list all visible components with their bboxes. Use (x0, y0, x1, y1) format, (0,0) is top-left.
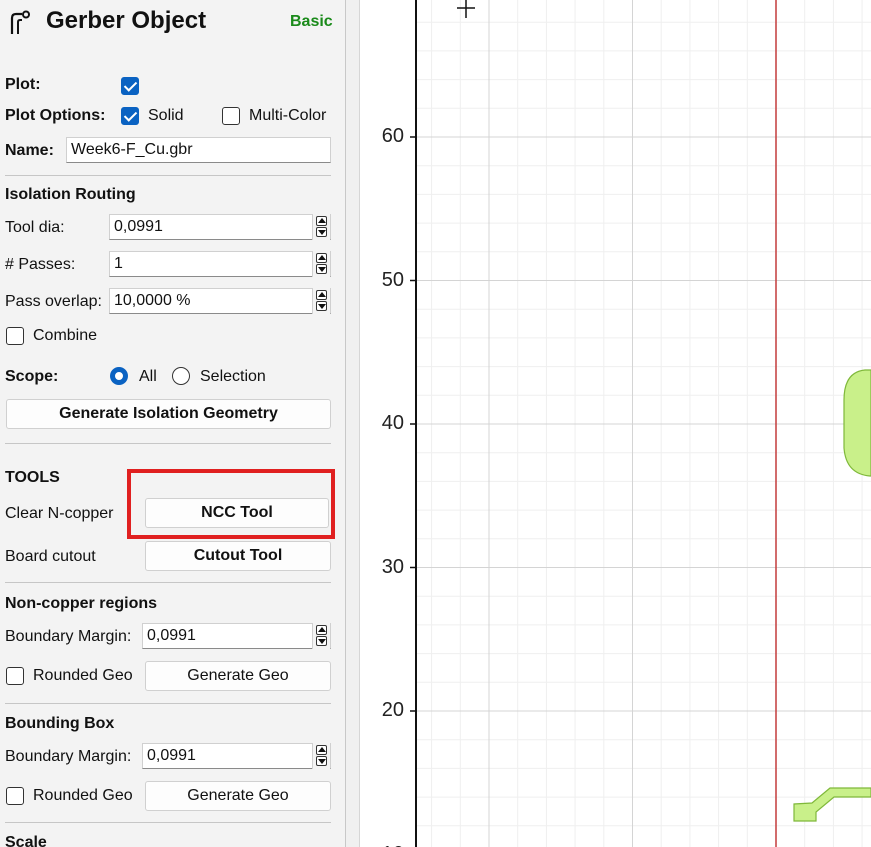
panel-title: Gerber Object (46, 7, 207, 34)
combine-label: Combine (33, 327, 98, 344)
tool-dia-input[interactable]: 0,0991 (109, 214, 331, 240)
passes-spinner[interactable] (312, 251, 330, 277)
pass-overlap-label: Pass overlap: (5, 293, 102, 310)
passes-label: # Passes: (5, 256, 76, 273)
noncopper-margin-spinner[interactable] (312, 623, 330, 649)
scope-all-radio[interactable] (110, 367, 128, 385)
crosshair-cursor-icon (457, 0, 475, 18)
combine-checkbox[interactable] (6, 327, 24, 345)
passes-value: 1 (114, 255, 123, 272)
name-label: Name: (5, 142, 54, 159)
multi-color-label: Multi-Color (249, 107, 327, 124)
noncopper-rounded-label: Rounded Geo (33, 667, 133, 684)
pass-overlap-value: 10,0000 % (114, 292, 191, 309)
spin-up-icon[interactable] (316, 253, 327, 263)
bounding-box-heading: Bounding Box (5, 715, 115, 732)
properties-panel: Gerber Object Basic Plot: Plot Options: … (0, 0, 345, 847)
spin-down-icon[interactable] (316, 227, 327, 237)
bbox-rounded-label: Rounded Geo (33, 787, 133, 804)
noncopper-rounded-checkbox[interactable] (6, 667, 24, 685)
tool-dia-spinner[interactable] (312, 214, 330, 240)
solid-label: Solid (148, 107, 184, 124)
noncopper-heading: Non-copper regions (5, 595, 158, 612)
spin-up-icon[interactable] (316, 745, 327, 755)
scope-selection-label: Selection (200, 368, 266, 385)
plot-label: Plot: (5, 76, 41, 93)
gerber-object-icon (10, 10, 30, 34)
name-input[interactable]: Week6-F_Cu.gbr (66, 137, 331, 163)
plot-canvas[interactable]: 60 50 40 30 20 10 (360, 0, 871, 847)
generate-isolation-button[interactable]: Generate Isolation Geometry (6, 399, 331, 429)
tools-heading: TOOLS (5, 469, 60, 486)
canvas-grid (410, 0, 871, 847)
isolation-routing-heading: Isolation Routing (5, 186, 136, 203)
plot-checkbox[interactable] (121, 77, 139, 95)
highlight-box (127, 469, 335, 539)
y-tick-label: 20 (381, 699, 404, 721)
spin-down-icon[interactable] (316, 264, 327, 274)
separator (5, 443, 331, 444)
spin-up-icon[interactable] (316, 216, 327, 226)
spin-up-icon[interactable] (316, 290, 327, 300)
tool-dia-label: Tool dia: (5, 219, 65, 236)
passes-input[interactable]: 1 (109, 251, 331, 277)
cutout-tool-button[interactable]: Cutout Tool (145, 541, 331, 571)
noncopper-margin-input[interactable]: 0,0991 (142, 623, 331, 649)
pass-overlap-input[interactable]: 10,0000 % (109, 288, 331, 314)
bbox-margin-input[interactable]: 0,0991 (142, 743, 331, 769)
y-tick-label: 50 (381, 268, 404, 291)
plot-options-label: Plot Options: (5, 107, 106, 124)
clear-ncopper-label: Clear N-copper (5, 505, 114, 522)
multi-color-checkbox[interactable] (222, 107, 240, 125)
bbox-margin-label: Boundary Margin: (5, 748, 132, 765)
bbox-margin-spinner[interactable] (312, 743, 330, 769)
separator (5, 703, 331, 704)
spin-down-icon[interactable] (316, 301, 327, 311)
noncopper-margin-label: Boundary Margin: (5, 628, 132, 645)
copper-trace (793, 787, 871, 822)
bbox-rounded-checkbox[interactable] (6, 787, 24, 805)
scope-selection-radio[interactable] (172, 367, 190, 385)
copper-pad (843, 369, 871, 477)
separator (5, 582, 331, 583)
app-mode-label[interactable]: Basic (290, 13, 333, 31)
bbox-generate-button[interactable]: Generate Geo (145, 781, 331, 811)
spin-up-icon[interactable] (316, 625, 327, 635)
noncopper-generate-button[interactable]: Generate Geo (145, 661, 331, 691)
noncopper-margin-value: 0,0991 (147, 627, 196, 644)
panel-splitter[interactable] (345, 0, 360, 847)
separator (5, 175, 331, 176)
y-tick-label: 30 (381, 555, 404, 578)
tool-dia-value: 0,0991 (114, 218, 163, 235)
y-tick-label: 40 (381, 412, 404, 434)
scope-label: Scope: (5, 368, 59, 385)
spin-down-icon[interactable] (316, 636, 327, 646)
bbox-margin-value: 0,0991 (147, 747, 196, 764)
separator (5, 822, 331, 823)
solid-checkbox[interactable] (121, 107, 139, 125)
scale-heading: Scale (5, 834, 47, 847)
y-tick-label: 60 (381, 125, 404, 147)
board-cutout-label: Board cutout (5, 548, 96, 565)
y-tick-label: 10 (364, 843, 404, 847)
scope-all-label: All (139, 368, 157, 385)
pass-overlap-spinner[interactable] (312, 288, 330, 314)
spin-down-icon[interactable] (316, 756, 327, 766)
